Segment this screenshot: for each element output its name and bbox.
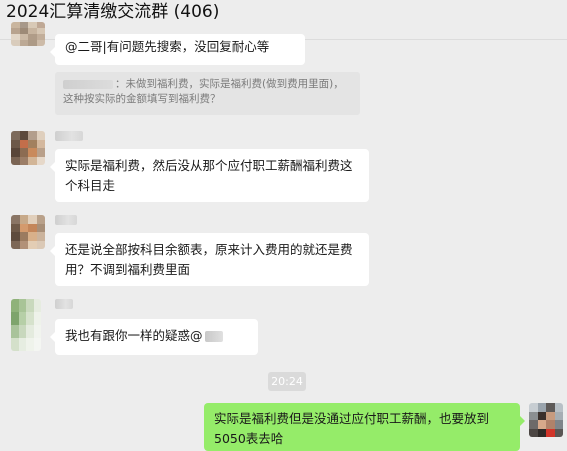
message-bubble[interactable]: 我也有跟你一样的疑惑@ <box>50 319 258 355</box>
quoted-sender-name <box>63 79 113 89</box>
message-bubble-outgoing[interactable]: 实际是福利费但是没通过应付职工薪酬，也要放到5050表去哈 <box>204 403 525 451</box>
message-text: 还是说全部按科目余额表，原来计入费用的就还是费用？不调到福利费里面 <box>65 242 353 277</box>
chat-title[interactable]: 2024汇算清缴交流群 (406) <box>6 1 219 23</box>
sender-name <box>55 131 83 141</box>
message-text: @二哥|有问题先搜索，没回复耐心等 <box>65 39 270 54</box>
avatar[interactable] <box>11 299 41 351</box>
avatar[interactable] <box>11 131 45 165</box>
message-text: 实际是福利费，然后没从那个应付职工薪酬福利费这个科目走 <box>65 158 353 193</box>
message-text: 我也有跟你一样的疑惑@ <box>65 328 203 343</box>
sender-name <box>55 299 73 309</box>
avatar[interactable] <box>11 215 45 249</box>
avatar[interactable] <box>11 22 45 46</box>
sender-name <box>55 215 77 225</box>
message-bubble[interactable]: 还是说全部按科目余额表，原来计入费用的就还是费用？不调到福利费里面 <box>50 233 369 286</box>
quote-prefix: ： <box>115 78 126 90</box>
avatar-self[interactable] <box>529 403 563 437</box>
timestamp: 20:24 <box>268 372 306 391</box>
message-text: 实际是福利费但是没通过应付职工薪酬，也要放到5050表去哈 <box>214 411 490 446</box>
quoted-message[interactable]: ：未做到福利费，实际是福利费(做到费用里面)，这种按实际的金额填写到福利费？ <box>55 72 360 115</box>
blurred-mention <box>204 331 223 342</box>
message-bubble[interactable]: @二哥|有问题先搜索，没回复耐心等 <box>50 34 305 65</box>
message-bubble[interactable]: 实际是福利费，然后没从那个应付职工薪酬福利费这个科目走 <box>50 149 369 202</box>
